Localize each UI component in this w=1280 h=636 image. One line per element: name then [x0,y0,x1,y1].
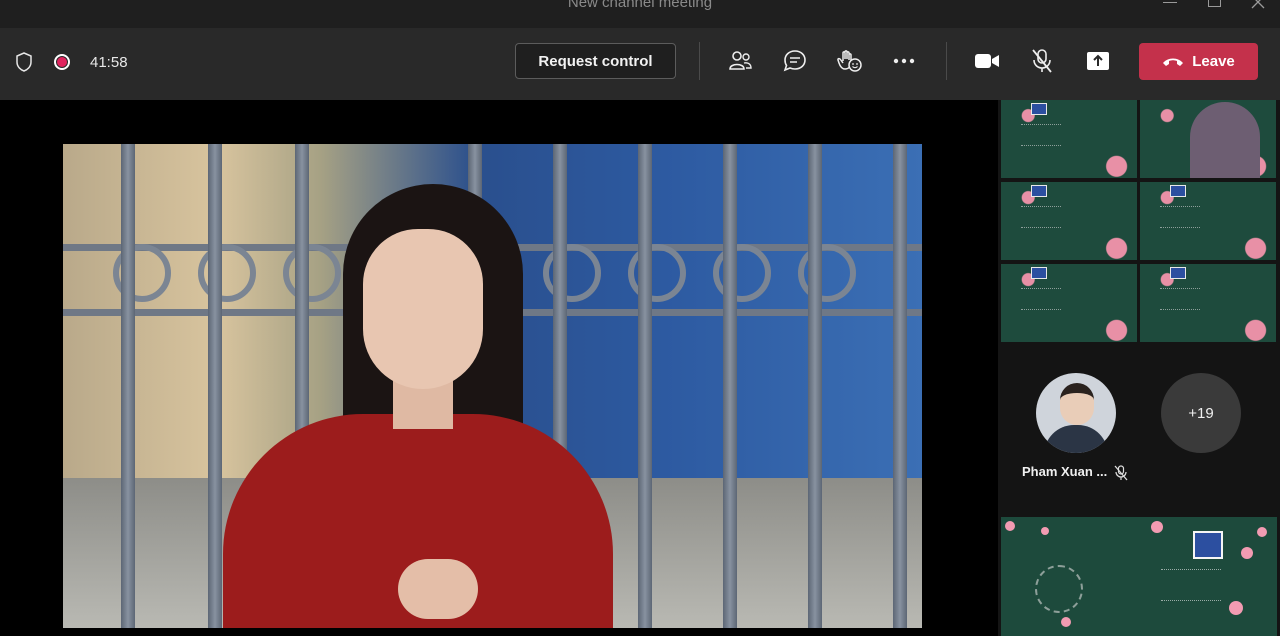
participant-tile[interactable] [1001,264,1137,342]
blossom [1229,601,1243,615]
presenter-figure [203,184,623,628]
fence-loop [628,244,686,302]
fence-bar [121,144,135,628]
record-icon [50,50,74,74]
fence-bar [893,144,907,628]
window-titlebar: New channel meeting [0,0,1280,28]
request-control-button[interactable]: Request control [515,43,676,79]
fence-bar [638,144,652,628]
blossom [1241,547,1253,559]
fence-loop [713,244,771,302]
meeting-toolbar: 41:58 Request control Leave [0,28,1280,100]
main-stage [0,100,998,636]
blossom [1041,527,1049,535]
meeting-timer: 41:58 [90,53,128,71]
participant-tile[interactable] [1140,100,1276,178]
minimize-icon[interactable] [1160,0,1180,16]
calligraphy-wreath [1035,565,1083,613]
avatar[interactable] [1036,373,1116,453]
greeting-calligraphy [1161,569,1221,601]
main-video[interactable] [63,144,922,628]
blossom [1151,521,1163,533]
participant-tile[interactable] [1140,182,1276,260]
toolbar-divider [946,42,947,80]
fence-bar [723,144,737,628]
camera-icon[interactable] [972,46,1002,76]
blossom [1005,521,1015,531]
people-icon[interactable] [725,46,755,76]
participant-avatar-tile: +19 Pham Xuan ... [998,343,1280,513]
phone-hangup-icon [1163,58,1184,66]
more-participants-button[interactable]: +19 [1161,373,1241,453]
blossom [1257,527,1267,537]
participant-tile[interactable] [1140,264,1276,342]
shield-icon[interactable] [12,50,36,74]
leave-label: Leave [1192,53,1235,70]
close-icon[interactable] [1248,0,1268,16]
participant-tile[interactable] [1001,100,1137,178]
maximize-icon[interactable] [1204,0,1224,16]
school-logo [1193,531,1223,559]
window-title: New channel meeting [567,0,713,11]
participant-tile[interactable] [1001,182,1137,260]
reaction-icon[interactable] [834,46,864,76]
chat-icon[interactable] [780,46,810,76]
participants-panel: +19 Pham Xuan ... [998,100,1280,636]
mic-off-icon [1114,465,1130,481]
more-icon[interactable] [889,46,919,76]
toolbar-divider [699,42,700,80]
leave-button[interactable]: Leave [1139,43,1258,80]
fence-loop [798,244,856,302]
blossom [1061,617,1071,627]
share-icon[interactable] [1083,46,1113,76]
fence-bar [808,144,822,628]
mic-off-icon[interactable] [1027,46,1057,76]
shared-content-tile[interactable] [1001,517,1277,636]
